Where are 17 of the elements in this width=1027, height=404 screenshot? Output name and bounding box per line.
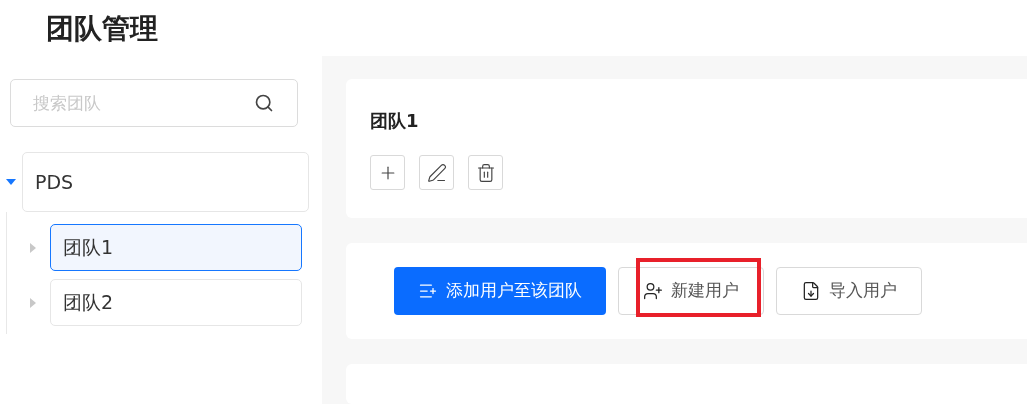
search-icon[interactable] [254, 93, 274, 113]
page-title: 团队管理 [46, 11, 158, 47]
tree-item[interactable]: 团队2 [50, 279, 302, 326]
action-button[interactable]: 导入用户 [776, 267, 922, 315]
tree-item[interactable]: PDS [22, 152, 309, 212]
caret-icon[interactable] [6, 177, 16, 187]
team-title: 团队1 [370, 109, 420, 133]
trash-icon [475, 162, 496, 183]
delete-button[interactable] [468, 155, 503, 190]
pen-icon [426, 162, 447, 183]
add-button[interactable] [370, 155, 405, 190]
tree-item[interactable]: 团队1 [50, 224, 302, 271]
file-download-icon [801, 281, 821, 301]
action-button[interactable]: 添加用户至该团队 [394, 267, 606, 315]
edit-button[interactable] [419, 155, 454, 190]
action-button[interactable]: 新建用户 [618, 267, 764, 315]
user-plus-icon [643, 281, 663, 301]
